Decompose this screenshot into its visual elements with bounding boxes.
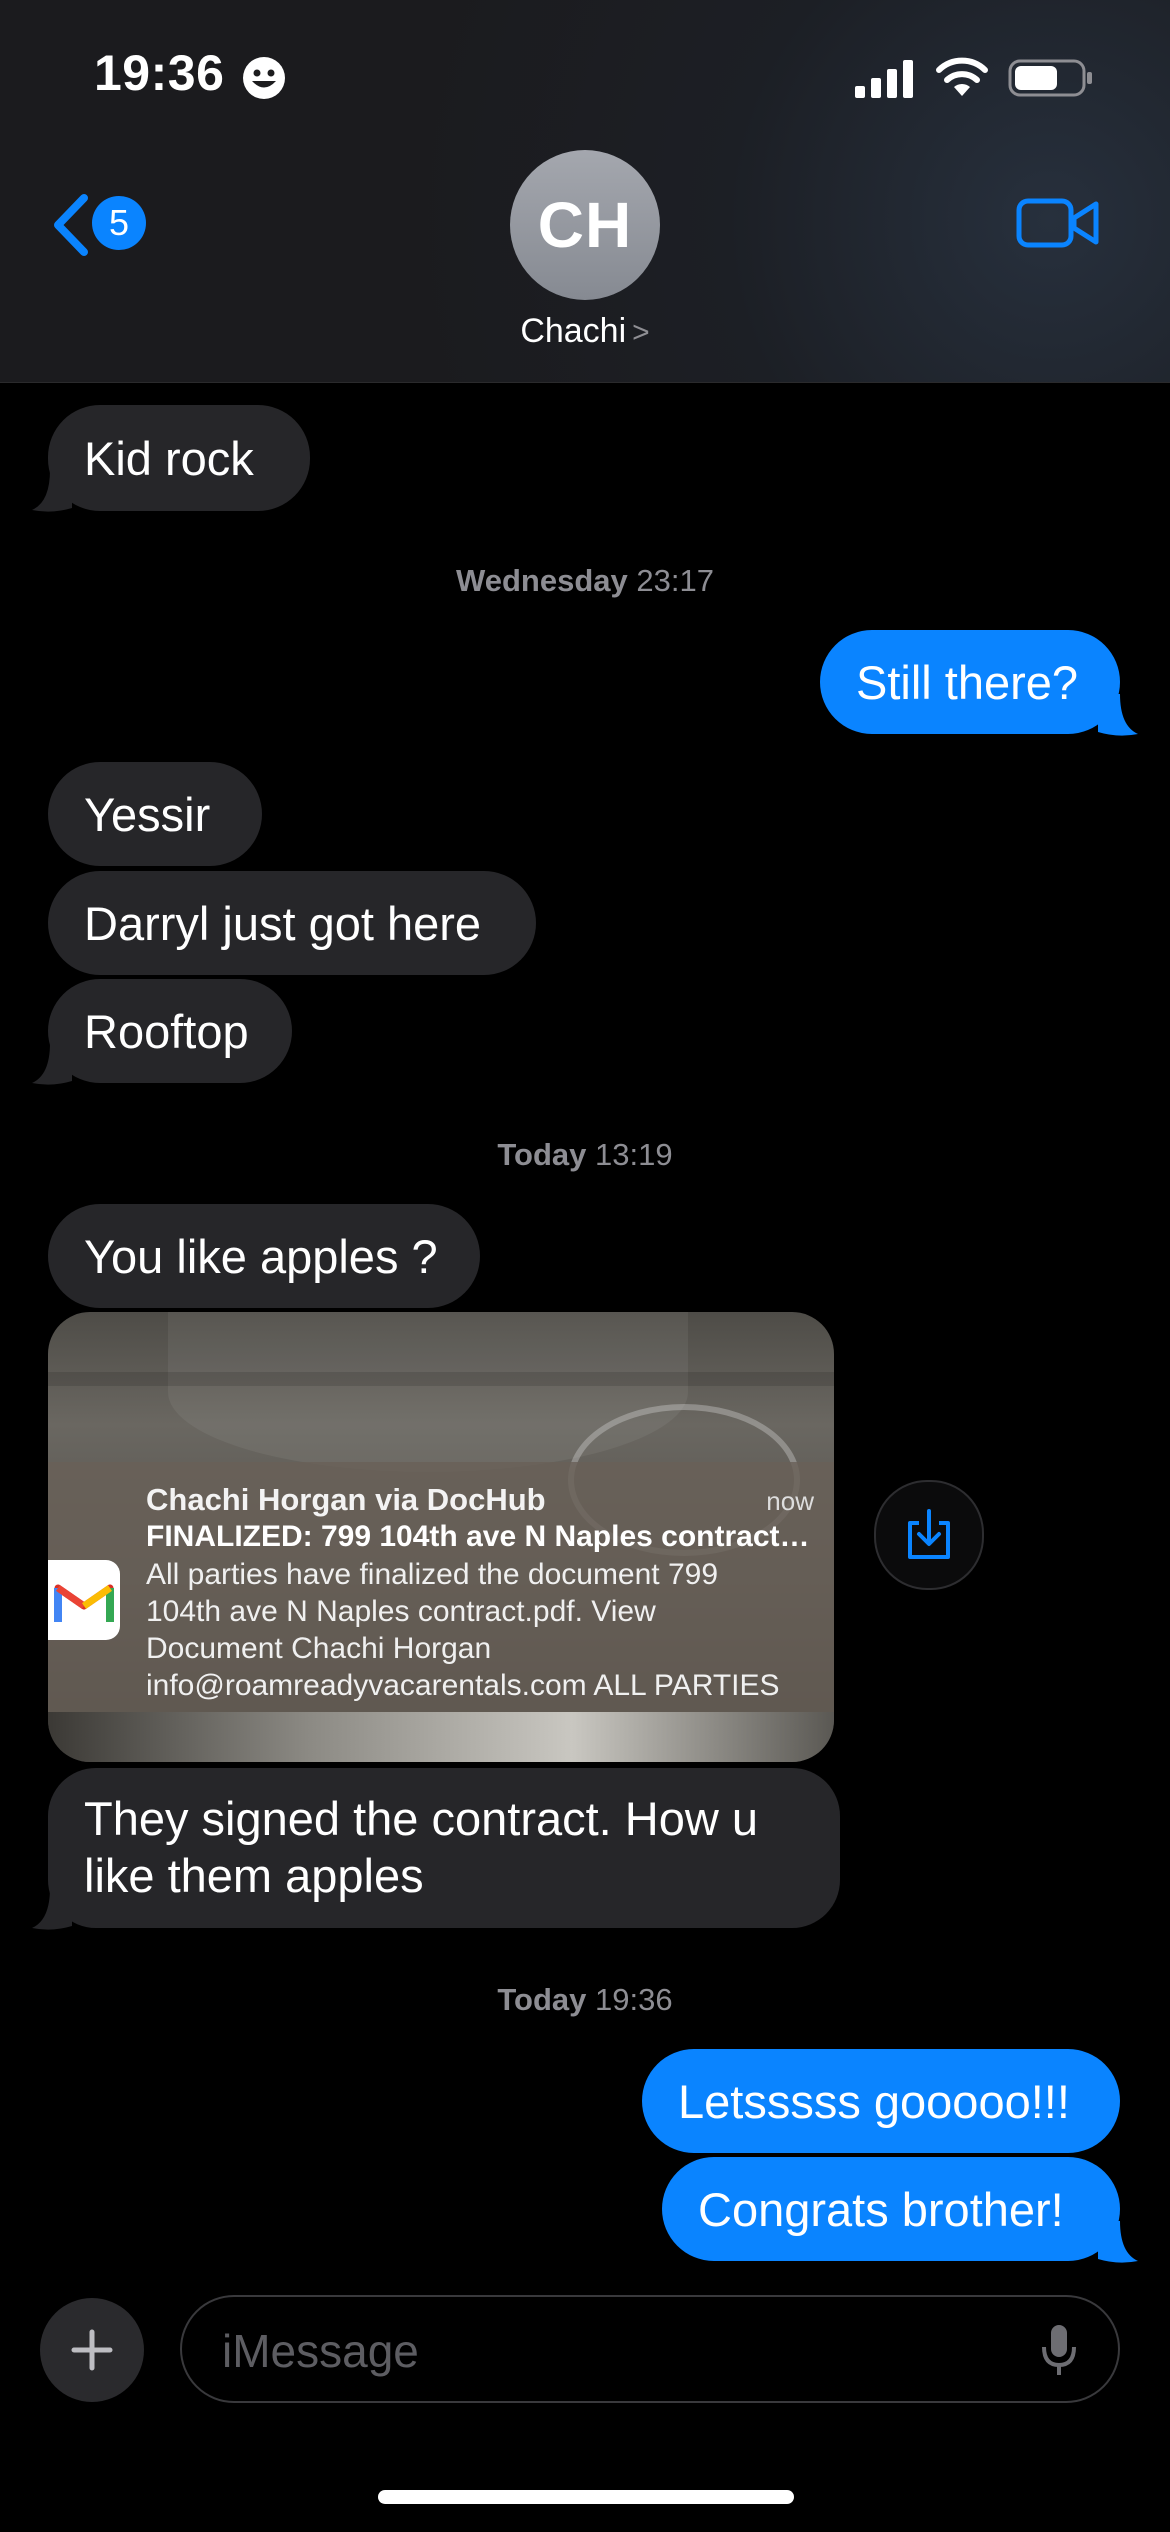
download-icon — [908, 1509, 950, 1559]
notification-body-line: 104th ave N Naples contract.pdf. View — [146, 1595, 656, 1628]
timestamp-time: 13:19 — [595, 1137, 673, 1172]
message-input[interactable] — [220, 2321, 1004, 2381]
message-text: You like apples ? — [84, 1229, 438, 1283]
notification-subject: FINALIZED: 799 104th ave N Naples contra… — [146, 1520, 814, 1553]
message-bubble-outgoing[interactable]: Still there? — [820, 630, 1120, 734]
timestamp-day: Wednesday — [456, 563, 628, 598]
timestamp: Wednesday 23:17 — [0, 563, 1170, 599]
cellular-signal-icon — [855, 60, 913, 98]
message-bubble-incoming[interactable]: You like apples ? — [48, 1204, 480, 1308]
home-indicator[interactable] — [378, 2490, 794, 2504]
notification-time: now — [766, 1486, 814, 1516]
bubble-tail — [32, 1043, 72, 1085]
message-bubble-incoming[interactable]: Kid rock — [48, 405, 310, 511]
message-bubble-incoming[interactable]: They signed the contract. How u like the… — [48, 1768, 840, 1928]
plus-icon — [71, 2329, 113, 2371]
gmail-icon — [48, 1560, 120, 1640]
message-bubble-incoming[interactable]: Rooftop — [48, 979, 292, 1083]
battery-icon — [1008, 59, 1092, 97]
message-input-field[interactable] — [180, 2295, 1120, 2403]
timestamp-day: Today — [497, 1982, 587, 2017]
bubble-tail — [1098, 2221, 1138, 2263]
notification-body-line: Document Chachi Horgan — [146, 1632, 492, 1665]
photo-background — [48, 1712, 834, 1762]
wifi-icon — [936, 57, 988, 96]
notification-title: Chachi Horgan via DocHub — [146, 1482, 546, 1517]
status-time: 19:36 — [94, 45, 225, 101]
message-text-line: They signed the contract. How u — [84, 1792, 759, 1845]
bubble-tail — [32, 1888, 72, 1930]
chevron-right-icon: > — [632, 316, 650, 349]
contact-name-label[interactable]: Chachi — [520, 312, 626, 350]
timestamp: Today 19:36 — [0, 1982, 1170, 2018]
message-text: Still there? — [856, 655, 1079, 709]
unread-count-badge[interactable]: 5 — [92, 196, 146, 250]
message-bubble-outgoing[interactable]: Letsssss gooooo!!! — [642, 2049, 1120, 2153]
image-attachment[interactable]: Chachi Horgan via DocHub now FINALIZED: … — [48, 1312, 834, 1762]
message-bubble-outgoing[interactable]: Congrats brother! — [662, 2157, 1120, 2261]
notification-body: All parties have finalized the document … — [146, 1556, 826, 1704]
notification-body-line: info@roamreadyvacarentals.com ALL PARTIE… — [146, 1669, 780, 1702]
microphone-icon[interactable] — [1040, 2323, 1078, 2379]
facetime-video-icon[interactable] — [1016, 196, 1100, 250]
apps-plus-button[interactable] — [40, 2298, 144, 2402]
timestamp-time: 23:17 — [636, 563, 714, 598]
message-text: Yessir — [84, 787, 211, 841]
bubble-tail — [32, 470, 72, 512]
message-bubble-incoming[interactable]: Yessir — [48, 762, 262, 866]
photo-background — [48, 1372, 834, 1386]
notification-body-line: All parties have finalized the document … — [146, 1558, 719, 1591]
message-text: Rooftop — [84, 1004, 249, 1058]
smiley-icon — [243, 57, 285, 99]
timestamp-day: Today — [497, 1137, 587, 1172]
timestamp-time: 19:36 — [595, 1982, 673, 2017]
message-text: Darryl just got here — [84, 896, 482, 950]
contact-name[interactable]: Chachi > — [0, 312, 1170, 351]
message-text-line: like them apples — [84, 1849, 424, 1902]
conversation-header: 19:36 5 CH Chachi > — [0, 0, 1170, 383]
contact-avatar[interactable]: CH — [510, 150, 660, 300]
timestamp: Today 13:19 — [0, 1137, 1170, 1173]
message-bubble-incoming[interactable]: Darryl just got here — [48, 871, 536, 975]
message-text: Letsssss gooooo!!! — [678, 2074, 1070, 2128]
bubble-tail — [1098, 694, 1138, 736]
message-text: Congrats brother! — [698, 2182, 1064, 2236]
save-image-button[interactable] — [874, 1480, 984, 1590]
message-text: Kid rock — [84, 431, 254, 485]
